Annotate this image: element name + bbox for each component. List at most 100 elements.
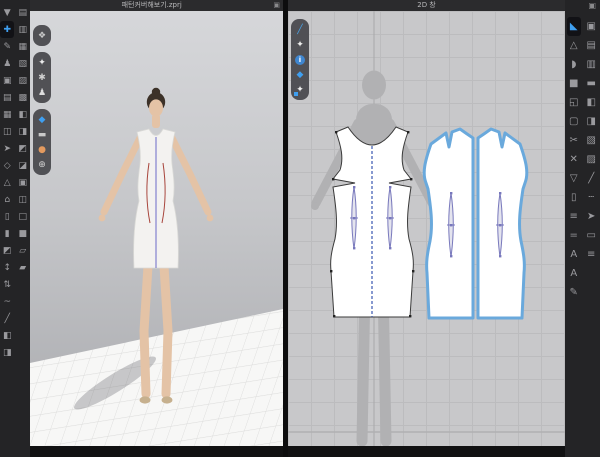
pattern-brush-icon[interactable]: ✎ (567, 283, 581, 302)
text-tool-icon[interactable]: A (567, 245, 581, 264)
fabric-strip-icon[interactable]: ▭ (584, 226, 598, 245)
left-toolbar: ▼✚✎♟▣▤▦◫➤◇△⌂▯▮◩↕⇅~╱◧◨ ▤▥▦▧▨▩◧◨◩◪▣◫□■▱▰ (0, 0, 30, 457)
view-cube-icon[interactable]: ❖ (34, 28, 50, 43)
knit-seam-icon[interactable]: ▨ (584, 150, 598, 169)
display-3d-group: ◆▬●⊕ (33, 109, 51, 175)
viewport-3d[interactable]: ❖ ✦✱♟ ◆▬●⊕ (30, 11, 283, 446)
steamer-icon[interactable]: ≡ (584, 245, 598, 264)
simulate-icon[interactable]: ▼ (0, 4, 14, 21)
seam-machine-1-icon[interactable]: ▣ (584, 17, 598, 36)
tape-tool-icon[interactable]: □ (16, 208, 30, 225)
rectangle-tool-icon[interactable]: ■ (567, 74, 581, 93)
flask-tool-icon[interactable]: ▽ (567, 169, 581, 188)
zipper-tool-icon[interactable]: ▩ (16, 89, 30, 106)
arc-tool-icon[interactable]: ◗ (567, 55, 581, 74)
sync-panel-icon[interactable]: ◆ (292, 67, 308, 82)
pen-tool-icon[interactable]: ◣ (567, 17, 581, 36)
garment-fit-2-icon[interactable]: ◨ (0, 344, 14, 361)
skirt-tool-icon[interactable]: ▥ (16, 21, 30, 38)
avatar-size-icon[interactable]: ⇅ (0, 276, 14, 293)
seam-ruler-icon[interactable]: = (567, 226, 581, 245)
shirring-tool-icon[interactable]: ▱ (16, 242, 30, 259)
panel-2d-title: 2D 창 (288, 0, 565, 11)
sewing-machine-2-icon[interactable]: ▤ (0, 89, 14, 106)
panel-3d-titlebar: 패턴커버해보기.zprj ▣ (30, 0, 283, 11)
edit-pattern-icon[interactable]: ╱ (292, 22, 308, 37)
edit-sculpt-icon[interactable]: ✎ (0, 38, 14, 55)
show-avatar-icon[interactable]: ♟ (34, 85, 50, 100)
dart-tool-icon[interactable]: ◇ (0, 157, 14, 174)
avatar-skin-icon[interactable]: ● (34, 142, 50, 157)
measure-tool-icon[interactable]: ◫ (16, 191, 30, 208)
fabric-roll-icon[interactable]: ▯ (567, 188, 581, 207)
iron-press-icon[interactable]: ▬ (584, 74, 598, 93)
avatar-pair-icon[interactable]: ◩ (0, 242, 14, 259)
jacket-seam-icon[interactable]: ◨ (584, 112, 598, 131)
viewport-2d[interactable]: ╱✦i◆✦ (288, 11, 565, 446)
print-tool-icon[interactable]: ◪ (16, 157, 30, 174)
fabric-tool-icon[interactable]: ◨ (16, 123, 30, 140)
right-toolbar-column-2: ▣▤▥▬◧◨▧▨╱┄➤▭≡ (583, 13, 600, 302)
polygon-tool-icon[interactable]: △ (567, 36, 581, 55)
sewing-machine-1-icon[interactable]: ▣ (0, 72, 14, 89)
topstitch-tool-icon[interactable]: ■ (16, 225, 30, 242)
solidify-icon[interactable]: △ (0, 174, 14, 191)
fold-arrange-icon[interactable]: ◱ (567, 93, 581, 112)
pattern-back-left-piece[interactable] (424, 129, 473, 318)
show-environment-icon[interactable]: ⊕ (34, 157, 50, 172)
seam-slash-icon[interactable]: ╱ (584, 169, 598, 188)
button-pair-icon[interactable]: ◫ (0, 123, 14, 140)
curve-tool-icon[interactable]: ~ (0, 293, 14, 310)
show-garment-icon[interactable]: ✦ (34, 55, 50, 70)
pants-tool-icon[interactable]: ▦ (16, 38, 30, 55)
pants-1-icon[interactable]: ▯ (0, 208, 14, 225)
jacket-tool-icon[interactable]: ▧ (16, 55, 30, 72)
basting-line-icon[interactable]: ┄ (584, 188, 598, 207)
seam-machine-2-icon[interactable]: ▤ (584, 36, 598, 55)
garment-fit-1-icon[interactable]: ◧ (0, 327, 14, 344)
pattern-info-icon[interactable]: i (292, 52, 308, 67)
pin-garment-icon[interactable]: ✱ (34, 70, 50, 85)
fitting-map-icon[interactable]: ▰ (16, 259, 30, 276)
trim-tool-icon[interactable]: ◧ (16, 106, 30, 123)
notch-tool-icon[interactable]: ✕ (567, 150, 581, 169)
show-base-pattern-icon[interactable]: ✦ (292, 82, 308, 97)
avatar-shoe-left (140, 396, 151, 403)
annotation-tool-icon[interactable]: A (567, 264, 581, 283)
tshirt-seam-icon[interactable]: ◧ (584, 93, 598, 112)
rounded-rect-icon[interactable]: ▢ (567, 112, 581, 131)
pattern-back-right-piece[interactable] (478, 129, 527, 318)
scissors-icon[interactable]: ✂ (567, 131, 581, 150)
view-mode-group: ❖ (33, 25, 51, 46)
panel-3d: 패턴커버해보기.zprj ▣ (30, 0, 283, 446)
hem-ruler-icon[interactable]: ≡ (567, 207, 581, 226)
sync-2d3d-icon[interactable]: ◆ (34, 112, 50, 127)
floor-grid (30, 309, 283, 446)
avatar-display-icon[interactable]: ♟ (0, 55, 14, 72)
move-gizmo-icon[interactable]: ✚ (0, 21, 14, 38)
tshirt-tool-icon[interactable]: ▤ (16, 4, 30, 21)
arm-pose-icon[interactable]: ↕ (0, 259, 14, 276)
dress-tool-icon[interactable]: ▨ (16, 72, 30, 89)
panel-2d-settings-icon[interactable]: ▣ (588, 1, 596, 11)
texture-tool-icon[interactable]: ◩ (16, 140, 30, 157)
avatar-face (149, 99, 163, 116)
display-2d-group: ╱✦i◆✦ (291, 19, 309, 100)
pin-2-icon[interactable]: ➤ (584, 207, 598, 226)
sweater-seam-icon[interactable]: ▧ (584, 131, 598, 150)
colorway-tool-icon[interactable]: ▣ (16, 174, 30, 191)
panel-2d: 2D 창 (288, 0, 565, 446)
sewing-machine-3-icon[interactable]: ▦ (0, 106, 14, 123)
brush-tool-icon[interactable]: ╱ (0, 310, 14, 327)
avatar-arm-right (170, 134, 208, 212)
panel-3d-settings-icon[interactable]: ▣ (273, 0, 280, 11)
seam-machine-3-icon[interactable]: ▥ (584, 55, 598, 74)
show-garment-2d-icon[interactable]: ✦ (292, 37, 308, 52)
press-tool-icon[interactable]: ▬ (34, 127, 50, 142)
pin-tool-icon[interactable]: ➤ (0, 140, 14, 157)
pants-2-icon[interactable]: ▮ (0, 225, 14, 242)
panel-divider[interactable] (283, 0, 288, 457)
pattern-front-piece[interactable] (330, 127, 414, 317)
hat-tool-icon[interactable]: ⌂ (0, 191, 14, 208)
avatar-arm-left (104, 134, 142, 212)
